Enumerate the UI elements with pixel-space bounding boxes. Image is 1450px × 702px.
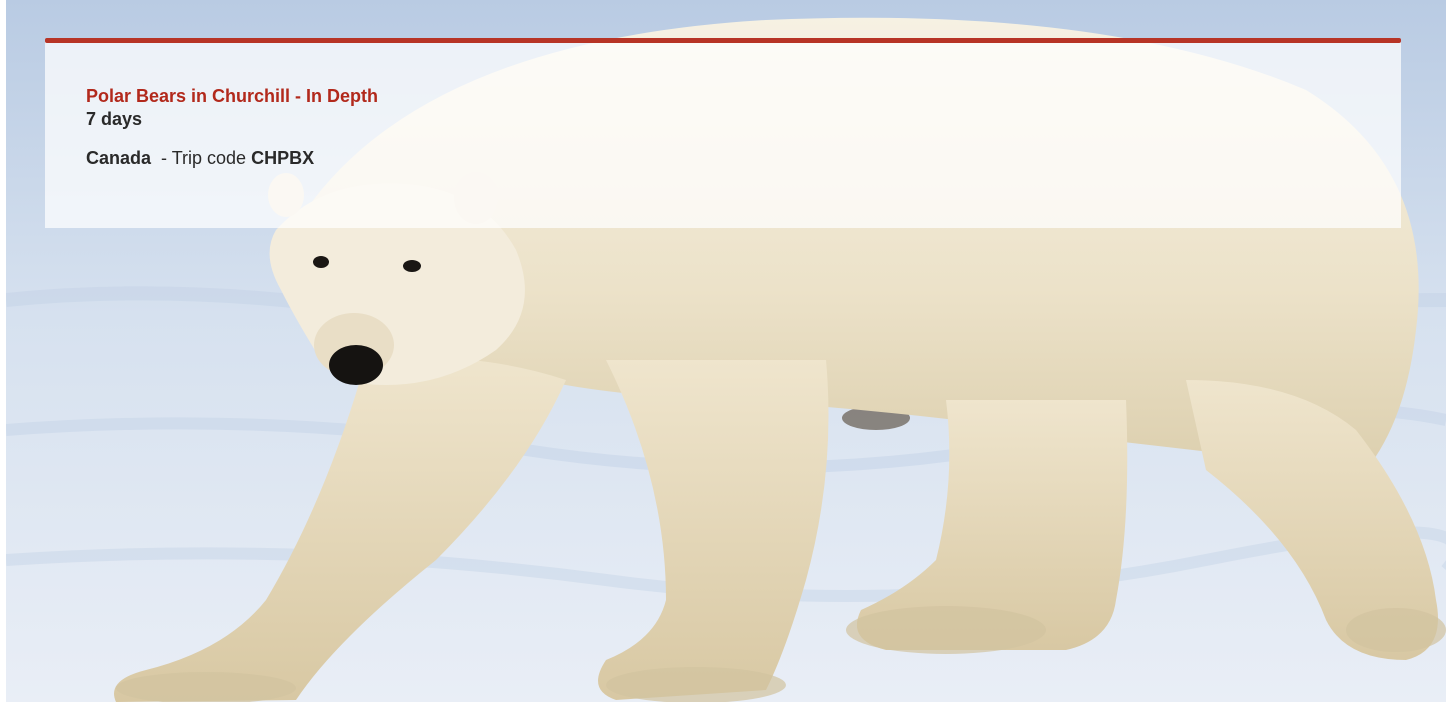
accent-bar bbox=[45, 38, 1401, 43]
trip-code: CHPBX bbox=[251, 148, 315, 168]
hero-banner: Polar Bears in Churchill - In Depth 7 da… bbox=[0, 0, 1450, 702]
trip-title[interactable]: Polar Bears in Churchill - In Depth bbox=[86, 84, 1361, 108]
trip-duration: 7 days bbox=[86, 109, 143, 129]
trip-country: Canada bbox=[86, 148, 152, 168]
trip-code-label: - Trip code bbox=[161, 148, 247, 168]
trip-meta: Canada - Trip code CHPBX bbox=[86, 146, 1361, 170]
trip-info-panel: Polar Bears in Churchill - In Depth 7 da… bbox=[45, 38, 1401, 228]
